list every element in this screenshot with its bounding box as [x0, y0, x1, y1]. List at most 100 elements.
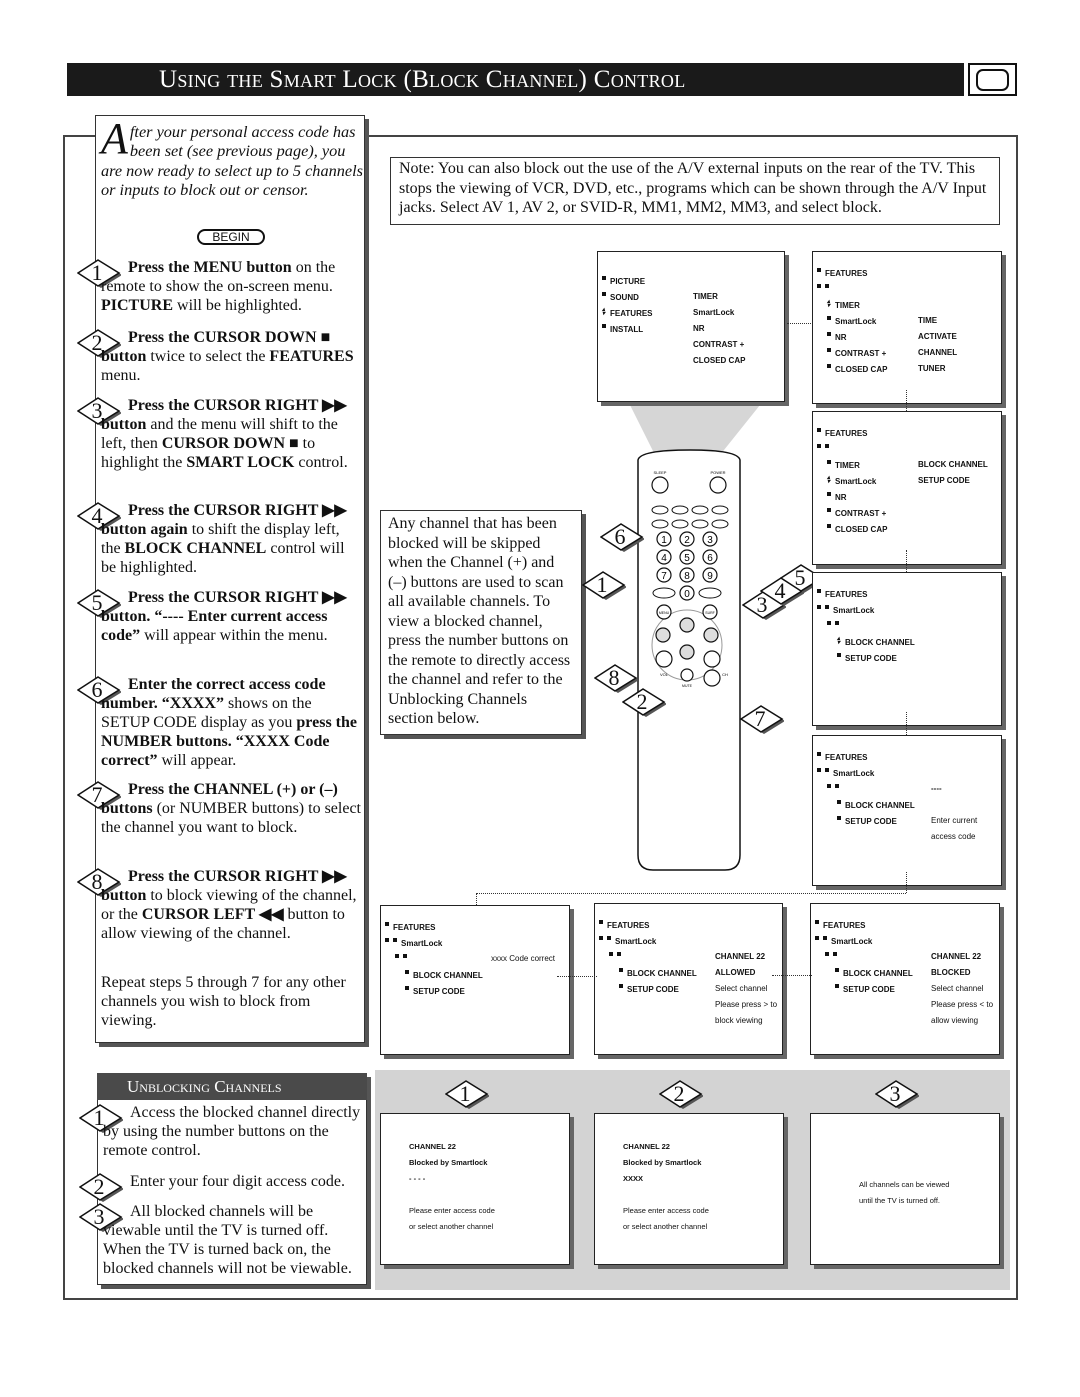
- digit-label: 6: [707, 553, 713, 564]
- menu-value: SmartLock: [693, 308, 735, 317]
- function-button[interactable]: [671, 505, 689, 515]
- menu-item: SETUP CODE: [837, 653, 897, 665]
- cursor-right-button[interactable]: [703, 627, 719, 643]
- menu-item: FEATURES: [817, 428, 868, 440]
- menu-bullet-icon: [835, 621, 839, 625]
- menu-item: NR: [827, 332, 847, 344]
- screen-text: XXXX: [623, 1174, 644, 1183]
- menu-bullet-icon: [827, 460, 831, 464]
- power-button[interactable]: [709, 476, 727, 494]
- menu-item: BLOCK CHANNEL: [619, 968, 697, 980]
- step-1: Press the MENU button on the remote to s…: [101, 258, 361, 315]
- menu-bullet-icon: [825, 768, 829, 772]
- menu-screen: FEATURES SmartLock CHANNEL 22 BLOCK CHANNEL…: [594, 903, 783, 1055]
- step-6: Enter the correct access code number. “X…: [101, 675, 361, 770]
- begin-badge: BEGIN: [197, 229, 265, 245]
- av-input-note: Note: You can also block out the use of …: [390, 157, 1000, 225]
- tv-icon: [968, 63, 1017, 96]
- menu-bullet-icon: [835, 968, 839, 972]
- function-button[interactable]: [671, 519, 689, 529]
- smart-sound-button[interactable]: [652, 587, 676, 599]
- sleep-label: SLEEP: [654, 470, 667, 475]
- channel-up-button[interactable]: [703, 650, 721, 668]
- step-text: control.: [294, 454, 348, 471]
- function-button[interactable]: [691, 505, 709, 515]
- step-3: Press the CURSOR RIGHT ▶▶ button and the…: [101, 396, 361, 472]
- signal-beam: [630, 405, 760, 455]
- menu-item: FEATURES: [599, 920, 650, 932]
- step-4: Press the CURSOR RIGHT ▶▶ button again t…: [101, 501, 361, 577]
- screen-text: until the TV is turned off.: [859, 1196, 941, 1205]
- cursor-down-button[interactable]: [679, 644, 695, 660]
- cursor-up-button[interactable]: [679, 617, 695, 633]
- surf-label: SURF: [705, 611, 715, 615]
- menu-item: [817, 284, 833, 296]
- screen-text: All channels can be viewed: [859, 1180, 950, 1189]
- menu-bullet-icon: [817, 605, 821, 609]
- up-down-arrow-icon: ▴ ▾: [837, 636, 841, 646]
- menu-item: [817, 444, 833, 456]
- channel-down-button[interactable]: [703, 669, 721, 687]
- function-button[interactable]: [711, 505, 729, 515]
- menu-screen: FEATURES TIMER BLOCK CHANNEL ▴ ▾ SmartLock SET…: [812, 411, 1002, 565]
- menu-item: CONTRAST +: [827, 508, 886, 520]
- menu-bullet-icon: [837, 816, 841, 820]
- screen-text: or select another channel: [409, 1222, 494, 1231]
- menu-bullet-icon: [827, 508, 831, 512]
- menu-bullet-icon: [602, 292, 606, 296]
- menu-screen: FEATURES SmartLock CHANNEL 22 BLOCK CHANNEL…: [810, 903, 1000, 1055]
- menu-bullet-icon: [827, 332, 831, 336]
- menu-bullet-icon: [823, 936, 827, 940]
- step-2: Press the CURSOR DOWN ■ button twice to …: [101, 328, 361, 385]
- digit-label: 5: [684, 553, 690, 564]
- flow-connector: [557, 976, 597, 977]
- menu-value: access code: [931, 832, 976, 841]
- blocked-channel-note: Any channel that has been blocked will b…: [380, 510, 582, 735]
- unblock-screen: CHANNEL 22 Blocked by Smartlock XXXX Please…: [594, 1113, 784, 1265]
- unblock-step-2: Enter your four digit access code.: [130, 1173, 346, 1190]
- menu-item: BLOCK CHANNEL: [837, 800, 915, 812]
- sleep-button[interactable]: [651, 476, 669, 494]
- function-button[interactable]: [651, 519, 669, 529]
- menu-bullet-icon: [817, 768, 821, 772]
- menu-bullet-icon: [599, 920, 603, 924]
- step-8: Press the CURSOR RIGHT ▶▶ button to bloc…: [101, 867, 361, 943]
- menu-screen: PICTURE SOUND TIMER ▴ ▾ FEATURES SmartLock INST…: [597, 251, 785, 402]
- step-text: twice to select the: [146, 348, 270, 365]
- step-text: FEATURES: [269, 348, 354, 365]
- flow-connector: [772, 975, 812, 976]
- menu-item: [827, 621, 843, 633]
- menu-bullet-icon: [385, 938, 389, 942]
- step-text: CURSOR LEFT ◀◀: [141, 906, 284, 923]
- drop-cap: A: [101, 114, 128, 163]
- function-button[interactable]: [691, 519, 709, 529]
- menu-item: ▴ ▾ FEATURES: [602, 307, 653, 318]
- menu-item: FEATURES: [817, 268, 868, 280]
- screen-text: CHANNEL 22: [409, 1142, 456, 1151]
- function-button[interactable]: [711, 519, 729, 529]
- mute-button[interactable]: [680, 668, 694, 682]
- unblock-screen-badge: 3: [875, 1080, 919, 1109]
- menu-bullet-icon: [617, 952, 621, 956]
- menu-bullet-icon: [815, 936, 819, 940]
- smart-picture-button[interactable]: [698, 587, 722, 599]
- menu-bullet-icon: [602, 276, 606, 280]
- volume-up-button[interactable]: [655, 650, 673, 668]
- menu-label: MENU: [659, 611, 670, 615]
- menu-bullet-icon: [619, 968, 623, 972]
- screen-text: Please enter access code: [623, 1206, 709, 1215]
- cursor-left-button[interactable]: [655, 627, 671, 643]
- menu-item: SOUND: [602, 292, 639, 304]
- menu-bullet-icon: [835, 784, 839, 788]
- intro-text: After your personal access code has been…: [101, 114, 363, 199]
- menu-item: TIMER: [827, 460, 860, 472]
- menu-bullet-icon: [827, 492, 831, 496]
- menu-value: block viewing: [715, 1016, 763, 1025]
- flow-connector: [906, 712, 907, 735]
- menu-item: CLOSED CAP: [827, 364, 887, 376]
- step-text: PICTURE: [101, 297, 174, 314]
- menu-item: [827, 784, 843, 796]
- menu-bullet-icon: [827, 621, 831, 625]
- function-button[interactable]: [651, 505, 669, 515]
- menu-bullet-icon: [609, 952, 613, 956]
